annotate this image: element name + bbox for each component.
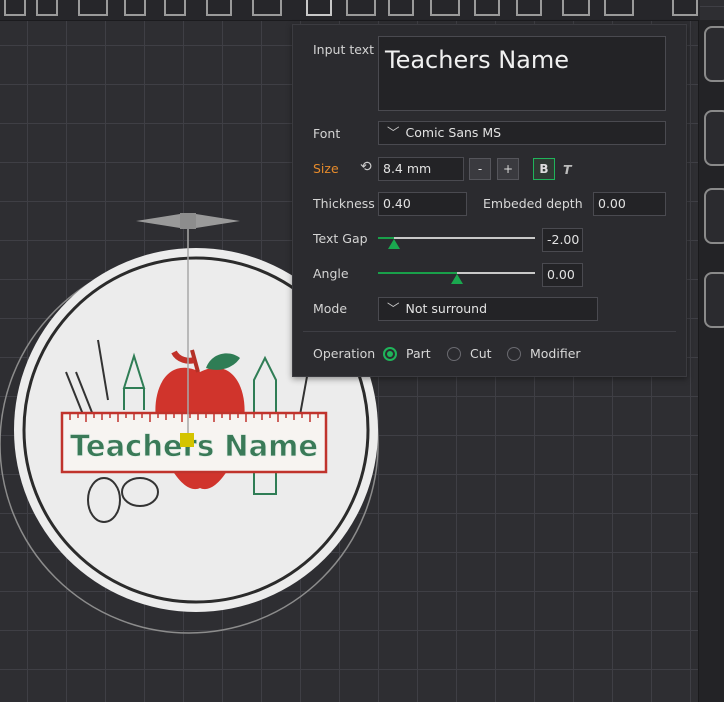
gizmo-handle[interactable] bbox=[180, 213, 196, 229]
operation-modifier-radio[interactable] bbox=[507, 347, 521, 361]
embedded-depth-label: Embeded depth bbox=[483, 196, 583, 211]
operation-part-radio[interactable] bbox=[383, 347, 397, 361]
angle-label: Angle bbox=[313, 266, 349, 281]
chevron-down-icon: ﹀ bbox=[387, 301, 400, 316]
panel-divider bbox=[303, 331, 676, 332]
thickness-label: Thickness bbox=[313, 196, 375, 211]
chevron-down-icon: ﹀ bbox=[387, 125, 400, 140]
mode-dropdown[interactable]: ﹀ Not surround bbox=[378, 297, 598, 321]
gizmo-origin[interactable] bbox=[180, 433, 194, 447]
italic-button[interactable]: T bbox=[563, 162, 572, 177]
operation-cut-label[interactable]: Cut bbox=[470, 346, 492, 361]
operation-modifier-label[interactable]: Modifier bbox=[530, 346, 581, 361]
angle-slider-thumb[interactable] bbox=[450, 274, 463, 284]
operation-cut-radio[interactable] bbox=[447, 347, 461, 361]
input-text-field[interactable]: Teachers Name bbox=[378, 36, 666, 111]
text-gap-slider-thumb[interactable] bbox=[387, 239, 400, 249]
thickness-input[interactable]: 0.40 bbox=[378, 192, 467, 216]
operation-label: Operation bbox=[313, 346, 376, 361]
font-dropdown[interactable]: ﹀ Comic Sans MS bbox=[378, 121, 666, 145]
text-gap-slider[interactable] bbox=[378, 237, 535, 239]
bold-button[interactable]: B bbox=[533, 158, 555, 180]
text-properties-panel: Input text Teachers Name Font ﹀ Comic San… bbox=[292, 24, 687, 377]
size-input[interactable]: 8.4 mm bbox=[378, 157, 464, 181]
text-gap-input[interactable]: -2.00 bbox=[542, 228, 583, 252]
font-value: Comic Sans MS bbox=[405, 125, 502, 140]
size-increase-button[interactable]: + bbox=[497, 158, 519, 180]
angle-slider-fill bbox=[378, 272, 457, 274]
mode-value: Not surround bbox=[405, 301, 488, 316]
arrow-right-icon[interactable] bbox=[196, 214, 240, 228]
mode-label: Mode bbox=[313, 301, 348, 316]
reset-icon[interactable]: ⟲ bbox=[360, 159, 372, 175]
font-label: Font bbox=[313, 126, 341, 141]
embedded-depth-input[interactable]: 0.00 bbox=[593, 192, 666, 216]
operation-part-label[interactable]: Part bbox=[406, 346, 431, 361]
size-label: Size bbox=[313, 161, 339, 176]
text-gap-label: Text Gap bbox=[313, 231, 368, 246]
arrow-left-icon[interactable] bbox=[136, 214, 180, 228]
angle-input[interactable]: 0.00 bbox=[542, 263, 583, 287]
input-text-label: Input text bbox=[313, 42, 375, 57]
size-decrease-button[interactable]: - bbox=[469, 158, 491, 180]
